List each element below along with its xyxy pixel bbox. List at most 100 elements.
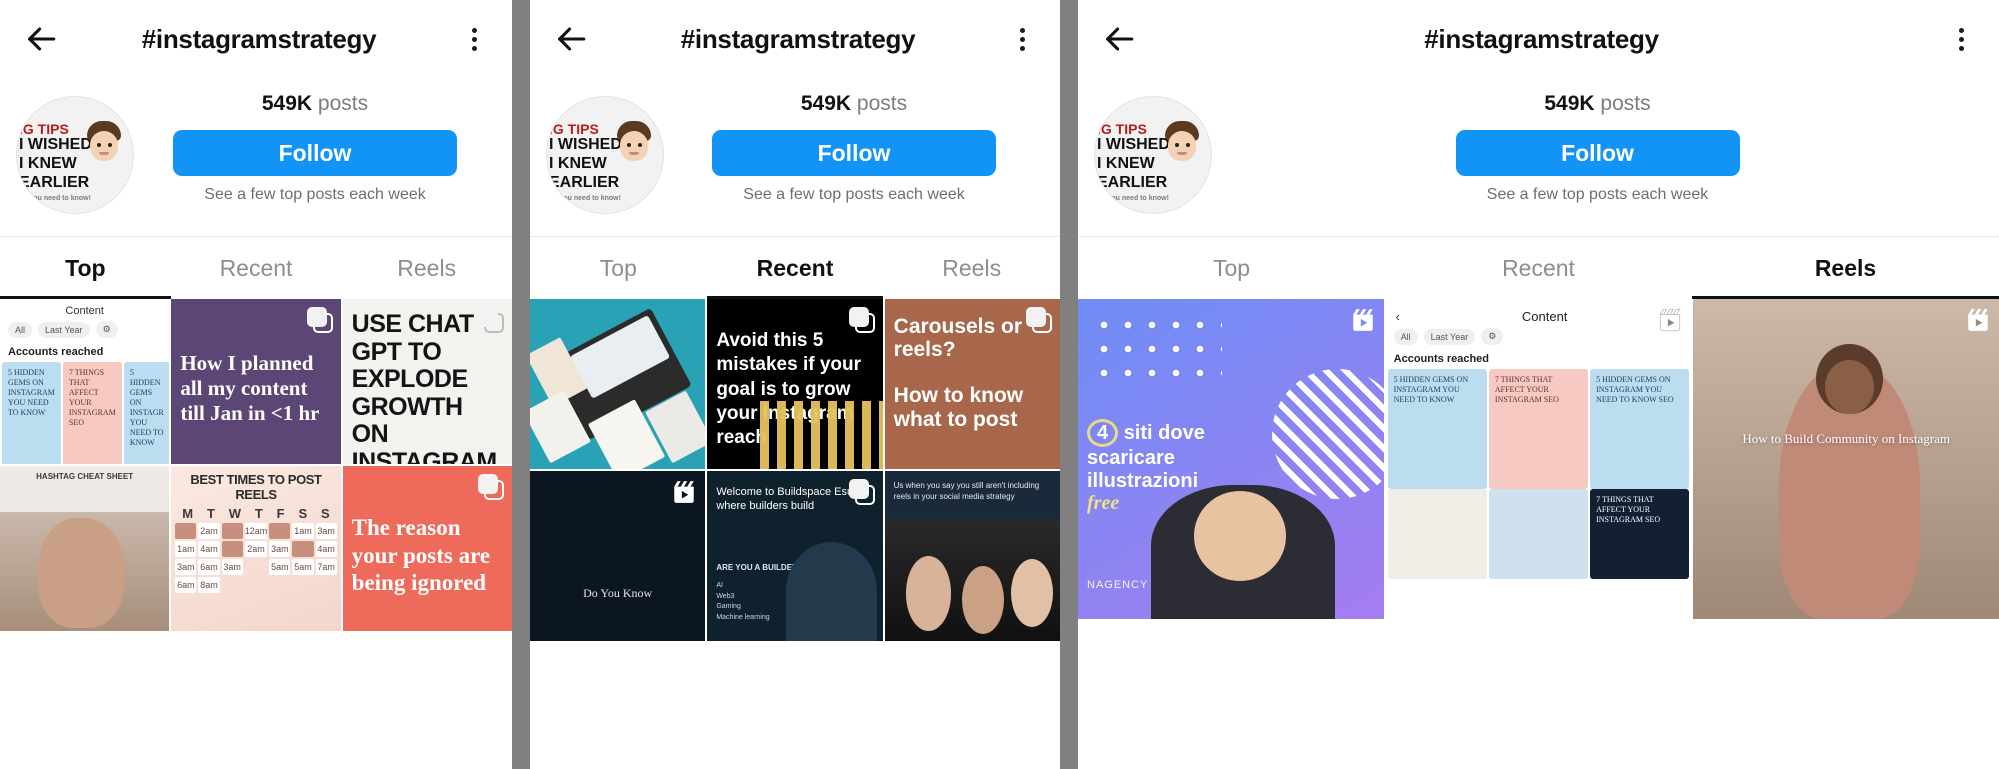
screenshot-stage: #instagramstrategy IG TIPS I WISHED I KN…	[0, 0, 1999, 769]
post-siti-illustrazioni[interactable]: 4 siti dove scaricare illustrazioni free…	[1078, 299, 1384, 619]
avatar-line-2: I WISHED	[1097, 136, 1170, 153]
phone-screenshot-recent: #instagramstrategy IG TIPS I WISHED I KN…	[530, 0, 1060, 769]
profile-section: IG TIPS I WISHED I KNEW EARLIER nd you n…	[0, 78, 512, 224]
mini-card-1: 5 HIDDEN GEMS ON INSTAGRAM YOU NEED TO K…	[2, 362, 61, 464]
avatar[interactable]: IG TIPS I WISHED I KNEW EARLIER nd you n…	[546, 96, 664, 214]
header-bar: #instagramstrategy	[1078, 0, 1999, 78]
reel-line-4: free	[1087, 492, 1120, 515]
arrow-left-icon[interactable]	[18, 16, 64, 62]
avatar-wrap: IG TIPS I WISHED I KNEW EARLIER nd you n…	[1094, 90, 1212, 214]
tab-bar: Top Recent Reels	[1078, 237, 1999, 299]
follow-button[interactable]: Follow	[1455, 130, 1740, 176]
profile-details: 549K posts Follow See a few top posts ea…	[134, 90, 496, 204]
follow-button[interactable]: Follow	[173, 130, 457, 176]
tab-top[interactable]: Top	[1078, 237, 1385, 299]
post-carousels-or-reels[interactable]: Carousels or reels? How to know what to …	[884, 299, 1060, 469]
reel-headline: How to Build Community on Instagram	[1742, 431, 1950, 446]
post-headline: Us when you say you still aren't includi…	[893, 481, 1040, 501]
page-title: #instagramstrategy	[680, 23, 916, 54]
mini-card-blank-2	[1488, 489, 1589, 579]
more-options-icon[interactable]	[454, 27, 494, 51]
cal-slot: 3am	[269, 541, 291, 557]
day-f: F	[276, 506, 285, 521]
post-headline: USE CHAT GPT TO EXPLODE GROWTH ON INSTAG…	[351, 310, 498, 464]
follow-subtext: See a few top posts each week	[743, 186, 965, 203]
cal-slot: 2am	[244, 541, 268, 557]
mini-card-1: 5 HIDDEN GEMS ON INSTAGRAM YOU NEED TO K…	[1387, 369, 1487, 489]
cal-slot: 4am	[315, 541, 337, 557]
avatar-wrap: IG TIPS I WISHED I KNEW EARLIER nd you n…	[546, 90, 664, 214]
post-reels-strategy[interactable]: Us when you say you still aren't includi…	[884, 471, 1060, 641]
avatar-line-3: I KNEW	[19, 155, 77, 172]
tab-reels[interactable]: Reels	[341, 237, 512, 299]
post-do-you-know-reel[interactable]: Do You Know	[530, 471, 706, 641]
mini-card-2: 7 THINGS THAT AFFECT YOUR INSTAGRAM SEO	[62, 362, 122, 464]
cal-slot: 6am	[198, 559, 220, 575]
avatar-line-1: IG TIPS	[19, 121, 69, 137]
avatar-line-2: I WISHED	[19, 136, 92, 153]
tab-recent[interactable]: Recent	[171, 237, 342, 299]
cal-slot: 6am	[175, 577, 197, 593]
post-hashtag-cheatsheet[interactable]: HASHTAG CHEAT SHEET	[0, 466, 170, 631]
reel-number: 4	[1087, 419, 1119, 448]
posts-count: 549K	[261, 92, 313, 115]
arrow-left-icon[interactable]	[1096, 16, 1142, 62]
more-options-icon[interactable]	[1002, 27, 1042, 51]
post-grid: 4 siti dove scaricare illustrazioni free…	[1078, 299, 1999, 619]
post-best-times-reels[interactable]: BEST TIMES TO POST REELS M T W T F S S ·…	[171, 466, 341, 631]
follow-subtext: See a few top posts each week	[204, 186, 426, 203]
more-options-icon[interactable]	[1941, 27, 1981, 51]
mini-subhead: Accounts reached	[1393, 353, 1490, 365]
reel-icon	[1657, 307, 1683, 333]
avatar[interactable]: IG TIPS I WISHED I KNEW EARLIER nd you n…	[1094, 96, 1212, 214]
tab-recent[interactable]: Recent	[1385, 237, 1692, 299]
mini-card-row: 5 HIDDEN GEMS ON INSTAGRAM YOU NEED TO K…	[0, 362, 170, 464]
calendar-col: 12am 2am	[244, 523, 268, 593]
carousel-icon	[1025, 307, 1052, 333]
post-analytics-content[interactable]: Content All Last Year ⚙ Accounts reached…	[0, 299, 170, 464]
calendar-days: M T W T F S S	[171, 502, 340, 523]
day-s1: S	[298, 506, 308, 521]
posts-count-line: 549K posts	[262, 92, 368, 116]
memoji-icon	[617, 121, 651, 161]
day-t2: T	[254, 506, 263, 521]
post-build-community[interactable]: How to Build Community on Instagram	[1693, 299, 1999, 619]
post-chatgpt-growth[interactable]: USE CHAT GPT TO EXPLODE GROWTH ON INSTAG…	[342, 299, 512, 464]
posts-count: 549K	[1544, 92, 1595, 115]
avatar-line-3: I KNEW	[1097, 155, 1155, 172]
post-laptop-collage[interactable]	[530, 299, 706, 469]
post-avoid-mistakes[interactable]: Avoid this 5 mistakes if your goal is to…	[707, 299, 883, 469]
reel-icon	[1350, 307, 1376, 333]
tab-top[interactable]: Top	[530, 237, 707, 299]
cal-slot: 4am	[198, 541, 220, 557]
profile-details: 549K posts Follow See a few top posts ea…	[1212, 90, 1983, 204]
avatar-line-1: IG TIPS	[549, 121, 599, 137]
day-m: M	[182, 506, 194, 521]
header-bar: #instagramstrategy	[530, 0, 1060, 78]
post-grid: Avoid this 5 mistakes if your goal is to…	[530, 299, 1060, 641]
profile-section: IG TIPS I WISHED I KNEW EARLIER nd you n…	[1078, 78, 1999, 224]
post-analytics-reel[interactable]: ‹ Content All Last Year ⚙ Accounts reach…	[1385, 299, 1692, 619]
cal-slot: 12am	[244, 523, 268, 539]
tab-top[interactable]: Top	[0, 237, 171, 299]
phone-screenshot-top: #instagramstrategy IG TIPS I WISHED I KN…	[0, 0, 512, 769]
arrow-left-icon[interactable]	[548, 16, 594, 62]
post-planned-content[interactable]: How I planned all my content till Jan in…	[171, 299, 341, 464]
chip-last-year: Last Year	[1423, 328, 1476, 345]
post-posts-ignored[interactable]: The reason your posts are being ignored	[342, 466, 512, 631]
follow-button[interactable]: Follow	[712, 130, 996, 176]
phone-screenshot-reels: #instagramstrategy IG TIPS I WISHED I KN…	[1078, 0, 1999, 769]
cal-slot: 5am	[269, 559, 291, 575]
mini-chip-row: All Last Year ⚙	[1386, 328, 1692, 351]
tab-reels[interactable]: Reels	[883, 237, 1060, 299]
avatar-line-5: nd you need to know!	[19, 195, 91, 202]
chip-all: All	[1393, 328, 1418, 345]
tab-recent[interactable]: Recent	[706, 237, 884, 299]
avatar[interactable]: IG TIPS I WISHED I KNEW EARLIER nd you n…	[16, 96, 134, 214]
filter-icon: ⚙	[1481, 328, 1504, 345]
tab-reels[interactable]: Reels	[1692, 237, 1999, 299]
posts-label: posts	[317, 92, 369, 115]
post-buildspace[interactable]: Welcome to Buildspace Esut where builder…	[707, 471, 883, 641]
carousel-icon	[848, 307, 875, 333]
page-title: #instagramstrategy	[1424, 23, 1659, 54]
